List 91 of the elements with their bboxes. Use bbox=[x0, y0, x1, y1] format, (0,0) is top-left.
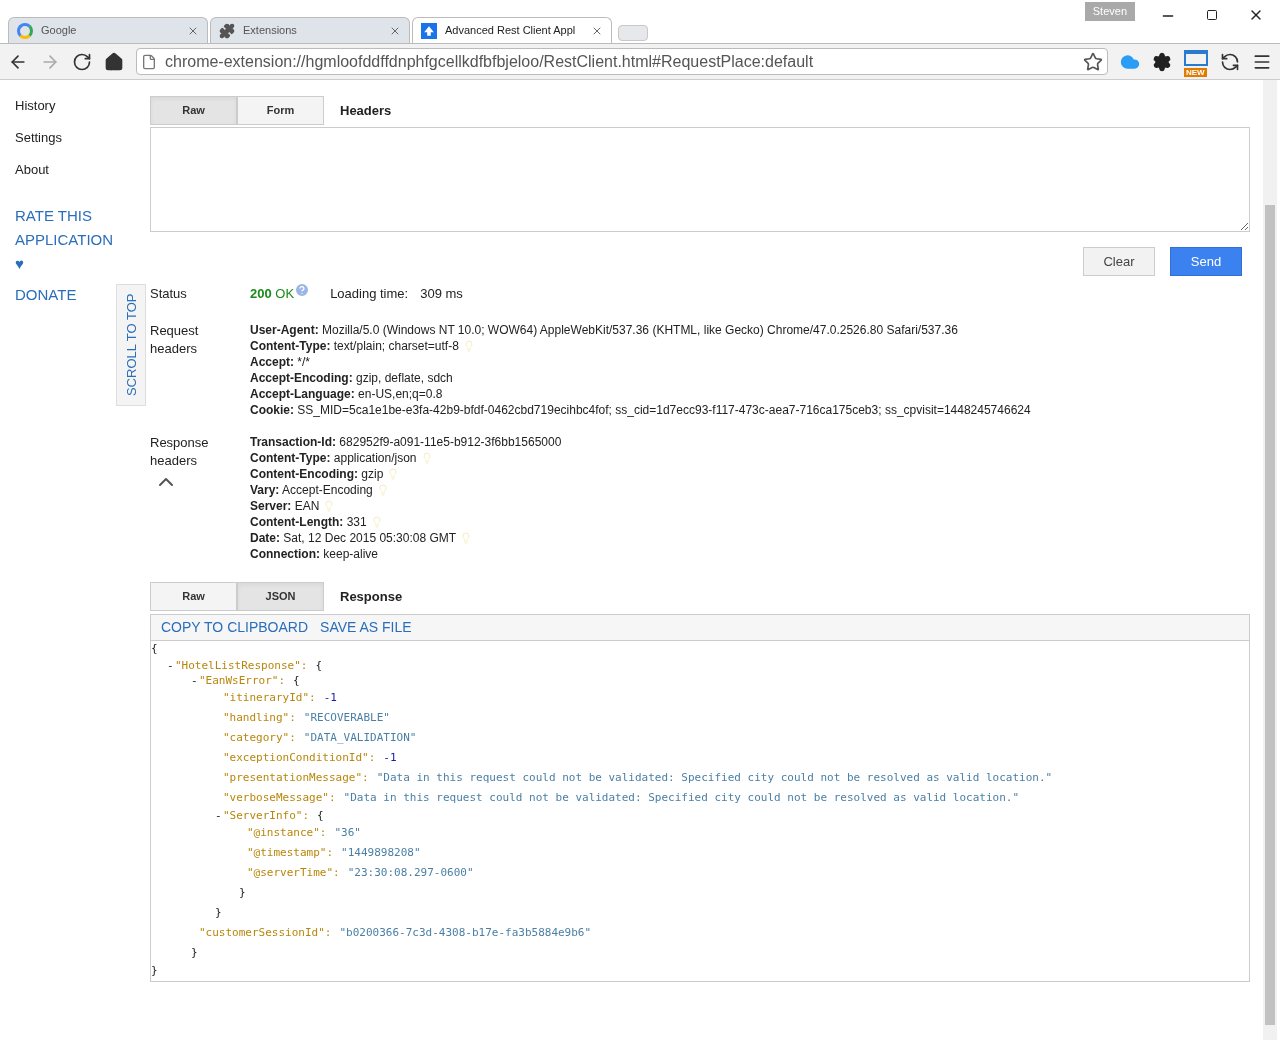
json-key: "verboseMessage": bbox=[223, 787, 336, 808]
tab-title: Google bbox=[41, 23, 78, 39]
browser-tab[interactable]: Google bbox=[8, 17, 208, 43]
json-value: -1 bbox=[323, 689, 337, 706]
header-line: Accept-Language: en-US,en;q=0.8 bbox=[250, 386, 443, 402]
json-key: "handling": bbox=[223, 707, 296, 728]
section-title: Headers bbox=[340, 101, 392, 120]
header-line: Vary: Accept-Encoding bbox=[250, 482, 373, 498]
json-key: "@instance": bbox=[247, 822, 327, 843]
scroll-to-top-button[interactable]: SCROLL TO TOP bbox=[116, 284, 146, 406]
json-value: "b0200366-7c3d-4308-b17e-fa3b5884e9b6" bbox=[339, 924, 592, 941]
json-brace: } bbox=[239, 885, 246, 899]
nav-link[interactable]: Settings bbox=[15, 128, 62, 160]
json-value: "36" bbox=[334, 824, 361, 841]
header-line: Connection: keep-alive bbox=[250, 546, 379, 562]
address-bar[interactable]: chrome-extension://hgmloofddffdnphfgcellkdfbfbjeloo/RestClient.html#RequestPlace:default bbox=[136, 48, 1108, 75]
header-line: Accept: */* bbox=[250, 354, 311, 370]
new-badge: NEW bbox=[1184, 67, 1207, 77]
header-line: Accept-Encoding: gzip, deflate, sdch bbox=[250, 370, 453, 386]
header-line: Cookie: SS_MID=5ca1e1be-e3fa-42b9-bfdf-0462cbd719ecihbc4fof; ss_cid=1d7ecc93-f117-473c-aea7-716ca175ceb3; ss_cpvisit=1448245746624 bbox=[250, 402, 1031, 418]
view-tab[interactable]: Form bbox=[237, 96, 324, 125]
json-key: "customerSessionId": bbox=[199, 922, 332, 943]
json-key: "HotelListResponse": bbox=[175, 657, 308, 673]
tab-title: Extensions bbox=[243, 23, 298, 39]
section-title: Response bbox=[340, 587, 403, 606]
sync-icon[interactable] bbox=[1220, 51, 1240, 72]
header-line: Content-Length: 331 bbox=[250, 514, 367, 530]
json-value: "Data in this request could not be validated: Specified city could not be resolved as valid location." bbox=[376, 769, 1053, 786]
nav-link[interactable]: History bbox=[15, 96, 56, 128]
gear-icon[interactable] bbox=[1152, 51, 1172, 72]
arrow-up-icon bbox=[421, 22, 437, 39]
json-brace: { bbox=[317, 807, 324, 823]
browser-tab[interactable]: Advanced Rest Client Appl bbox=[412, 17, 612, 43]
scrollbar-thumb[interactable] bbox=[1265, 205, 1275, 1025]
json-value: "RECOVERABLE" bbox=[303, 709, 390, 726]
section-label: Request headers bbox=[150, 322, 200, 358]
section-label: Response headers bbox=[150, 434, 210, 470]
url-text: chrome-extension://hgmloofddffdnphfgcellkdfbfbjeloo/RestClient.html#RequestPlace:default bbox=[165, 51, 815, 72]
status-code: 200 OK bbox=[250, 285, 295, 304]
json-key: "@serverTime": bbox=[247, 862, 340, 883]
header-line: Transaction-Id: 682952f9-a091-11e5-b912-3f6bb1565000 bbox=[250, 434, 562, 450]
home-icon[interactable] bbox=[104, 51, 124, 72]
puzzle-icon bbox=[219, 22, 235, 39]
header-line: Content-Type: text/plain; charset=utf-8 bbox=[250, 338, 459, 354]
header-line: Server: EAN bbox=[250, 498, 320, 514]
loading-value: 309 ms bbox=[420, 285, 463, 304]
json-key: "itineraryId": bbox=[223, 687, 316, 708]
view-tab[interactable]: Raw bbox=[150, 582, 237, 611]
collapse-toggle[interactable]: - bbox=[191, 672, 199, 688]
json-key: "exceptionConditionId": bbox=[223, 747, 376, 768]
google-icon bbox=[17, 22, 33, 39]
json-key: "ServerInfo": bbox=[223, 807, 310, 823]
json-value: "23:30:08.297-0600" bbox=[347, 864, 474, 881]
collapse-toggle[interactable]: - bbox=[215, 807, 223, 823]
heart-icon[interactable]: ♥ bbox=[15, 252, 24, 276]
page-icon bbox=[141, 53, 157, 70]
json-key: "presentationMessage": bbox=[223, 767, 369, 788]
json-key: "EanWsError": bbox=[199, 672, 286, 688]
view-tab[interactable]: Raw bbox=[150, 96, 237, 125]
header-line: Content-Encoding: gzip bbox=[250, 466, 384, 482]
save-link[interactable]: SAVE AS FILE bbox=[320, 617, 412, 638]
header-line: Date: Sat, 12 Dec 2015 05:30:08 GMT bbox=[250, 530, 457, 546]
rate-link[interactable]: RATE THIS APPLICATION bbox=[15, 204, 115, 252]
copy-link[interactable]: COPY TO CLIPBOARD bbox=[161, 617, 309, 638]
header-line: User-Agent: Mozilla/5.0 (Windows NT 10.0; WOW64) AppleWebKit/537.36 (KHTML, like Gecko) Chrome/47.0.2526.80 Safari/537.36 bbox=[250, 322, 958, 338]
clear-button[interactable]: Clear bbox=[1083, 247, 1155, 276]
json-brace: { bbox=[315, 657, 323, 673]
donate-link[interactable]: DONATE bbox=[15, 284, 77, 307]
reload-icon[interactable] bbox=[72, 51, 92, 72]
maximize-icon[interactable] bbox=[1206, 9, 1218, 21]
nav-link[interactable]: About bbox=[15, 160, 49, 192]
json-key: "category": bbox=[223, 727, 296, 748]
browser-tab[interactable]: Extensions bbox=[210, 17, 410, 43]
status-label: Status bbox=[150, 285, 188, 304]
json-brace: } bbox=[151, 963, 158, 977]
json-key: "@timestamp": bbox=[247, 842, 334, 863]
header-line: Content-Type: application/json bbox=[250, 450, 417, 466]
json-brace: } bbox=[191, 945, 198, 959]
json-brace: { bbox=[293, 672, 300, 688]
json-value: "DATA_VALIDATION" bbox=[303, 729, 417, 746]
collapse-toggle[interactable]: - bbox=[167, 657, 175, 673]
send-button[interactable]: Send bbox=[1170, 247, 1242, 276]
json-value: -1 bbox=[383, 749, 397, 766]
json-brace: { bbox=[151, 642, 158, 655]
json-value: "Data in this request could not be validated: Specified city could not be resolved as valid location." bbox=[343, 789, 1020, 806]
view-tab[interactable]: JSON bbox=[237, 582, 324, 611]
loading-label: Loading time: bbox=[330, 285, 409, 304]
json-brace: } bbox=[215, 905, 222, 919]
star-icon[interactable] bbox=[1083, 51, 1103, 72]
tab-title: Advanced Rest Client Appl bbox=[445, 23, 577, 39]
json-value: "1449898208" bbox=[341, 844, 421, 861]
